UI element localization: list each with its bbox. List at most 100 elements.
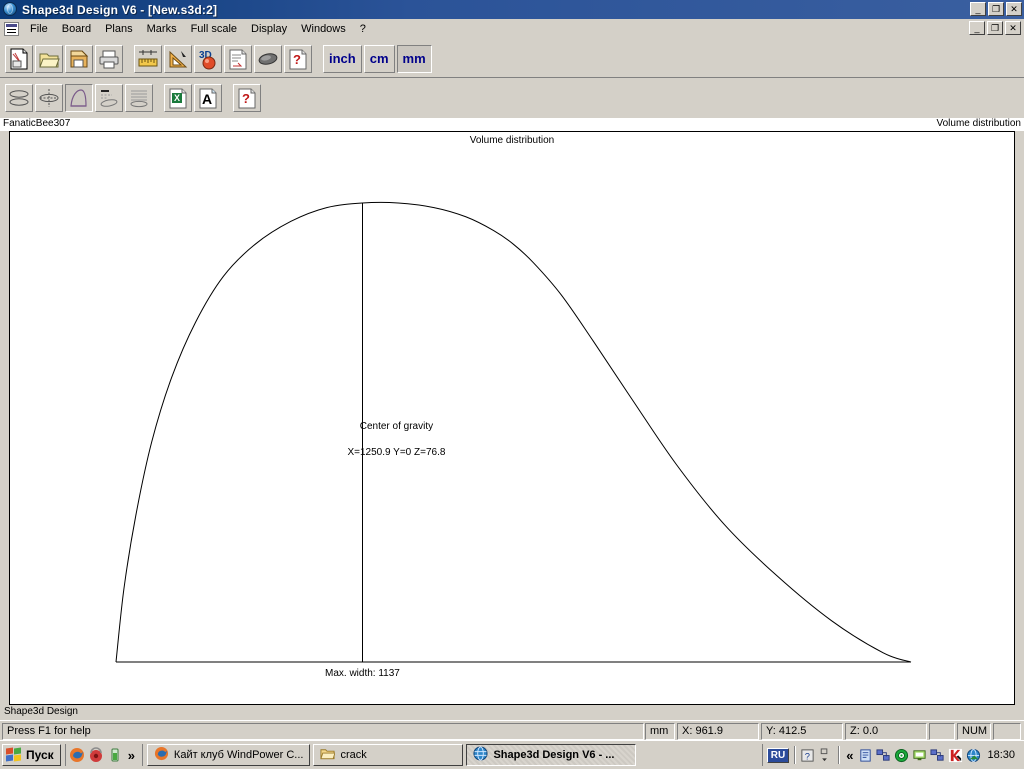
menu-plans[interactable]: Plans [98,21,140,37]
window-title: Shape3d Design V6 - [New.s3d:2] [22,3,217,17]
mdi-close-button[interactable]: ✕ [1005,21,1021,35]
slices-list-button[interactable] [125,84,153,112]
tray-updown-icon[interactable] [818,748,833,763]
export-page-button[interactable] [224,45,252,73]
status-trailing [993,723,1021,740]
unit-inch-button[interactable]: inch [323,45,362,73]
restore-button[interactable]: ❐ [988,2,1004,16]
view-group-c: ? [232,84,262,112]
rocker-view-button[interactable] [95,84,123,112]
folder-icon [320,746,335,764]
quick-launch-bar: » [65,744,140,766]
title-bar: Shape3d Design V6 - [New.s3d:2] _ ❐ ✕ [0,0,1024,19]
window-controls: _ ❐ ✕ [970,2,1022,16]
board-name-label: FanaticBee307 [3,118,70,129]
unit-cm-button[interactable]: cm [364,45,395,73]
main-toolbar: 3D [0,40,1024,78]
center-of-gravity-values: X=1250.9 Y=0 Z=76.8 [347,447,445,458]
taskbar: Пуск » [0,740,1024,769]
svg-text:?: ? [293,52,301,67]
menu-display[interactable]: Display [244,21,294,37]
center-of-gravity-label: Center of gravity [360,421,433,432]
system-tray: RU ? « [762,744,1022,766]
taskbar-item-browser-label: Кайт клуб WindPower C... [174,749,304,761]
document-header-strip: FanaticBee307 Volume distribution [0,118,1024,131]
new-document-button[interactable] [5,45,33,73]
mdi-minimize-button[interactable]: _ [969,21,985,35]
tray-target-icon[interactable] [894,748,909,763]
status-unit: mm [645,723,675,740]
open-folder-button[interactable] [35,45,63,73]
globe-icon [473,746,488,764]
view-3d-button[interactable]: 3D [194,45,222,73]
unit-mm-button[interactable]: mm [397,45,432,73]
minimize-button[interactable]: _ [970,2,986,16]
taskbar-item-shape3d[interactable]: Shape3d Design V6 - ... [466,744,636,766]
file-tool-group [4,45,124,73]
view-toolbar: X A ? [0,78,1024,119]
close-button[interactable]: ✕ [1006,2,1022,16]
measure-button[interactable] [134,45,162,73]
svg-text:X: X [174,93,180,103]
battery-quicklaunch-icon[interactable] [107,747,123,763]
svg-text:?: ? [242,91,250,106]
menu-marks[interactable]: Marks [140,21,184,37]
menu-help[interactable]: ? [353,21,373,37]
firefox-icon [154,746,169,764]
taskbar-item-folder[interactable]: crack [313,744,463,766]
menu-full-scale[interactable]: Full scale [184,21,244,37]
taskbar-clock[interactable]: 18:30 [984,749,1019,761]
language-indicator[interactable]: RU [767,748,789,763]
document-status-label: Shape3d Design [4,706,78,717]
status-help-text: Press F1 for help [2,723,644,740]
document-icon[interactable] [4,22,19,36]
tray-separator-1 [794,746,795,764]
print-button[interactable] [95,45,123,73]
unit-group: inch cm mm [322,45,433,73]
shaded-view-button[interactable] [254,45,282,73]
windows-logo-icon [6,748,22,762]
tray-network2-icon[interactable] [930,748,945,763]
context-help-button[interactable]: ? [233,84,261,112]
application-window: Shape3d Design V6 - [New.s3d:2] _ ❐ ✕ Fi… [0,0,1024,768]
start-button-label: Пуск [26,748,54,762]
volume-distribution-button[interactable] [65,84,93,112]
max-width-label: Max. width: 1137 [325,668,400,679]
quick-launch-chevron-icon[interactable]: » [126,748,137,763]
tray-globe-icon[interactable] [966,748,981,763]
menu-file[interactable]: File [23,21,55,37]
help-button[interactable]: ? [284,45,312,73]
cross-section-view-button[interactable] [35,84,63,112]
status-z: Z: 0.0 [845,723,927,740]
view-group-a [4,84,154,112]
firefox-quicklaunch-icon[interactable] [69,747,85,763]
view-group-b: X A [163,84,223,112]
taskbar-item-browser[interactable]: Кайт клуб WindPower C... [147,744,311,766]
export-excel-button[interactable]: X [164,84,192,112]
tray-kaspersky-icon[interactable] [948,748,963,763]
taskbar-items: Кайт клуб WindPower C... crack [142,744,762,766]
tray-chevron-icon[interactable]: « [844,748,855,763]
outline-view-button[interactable] [5,84,33,112]
status-y: Y: 412.5 [761,723,843,740]
design-tools-button[interactable] [164,45,192,73]
start-button[interactable]: Пуск [2,744,61,766]
menu-bar: File Board Plans Marks Full scale Displa… [0,19,1024,39]
status-num: NUM [957,723,991,740]
text-tool-button[interactable]: A [194,84,222,112]
menu-windows[interactable]: Windows [294,21,353,37]
status-blank [929,723,955,740]
svg-text:A: A [202,91,212,107]
view-name-label: Volume distribution [937,118,1022,129]
media-quicklaunch-icon[interactable] [88,747,104,763]
tray-monitor-icon[interactable] [912,748,927,763]
volume-distribution-chart[interactable]: Volume distribution Center of gravity X=… [9,131,1015,705]
tray-help-icon[interactable]: ? [800,748,815,763]
save-button[interactable] [65,45,93,73]
design-tool-group: 3D [133,45,313,73]
tray-notepad-icon[interactable] [858,748,873,763]
status-bar: Press F1 for help mm X: 961.9 Y: 412.5 Z… [0,720,1024,741]
menu-board[interactable]: Board [55,21,98,37]
mdi-restore-button[interactable]: ❐ [987,21,1003,35]
tray-network-icon[interactable] [876,748,891,763]
